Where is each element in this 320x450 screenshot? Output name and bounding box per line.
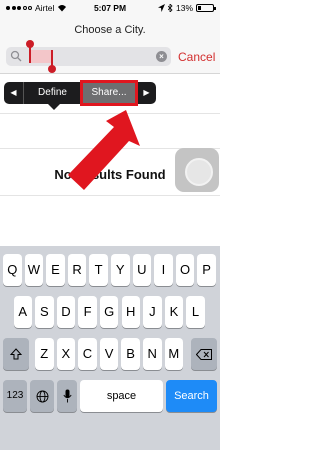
define-button[interactable]: Define bbox=[24, 82, 82, 104]
key-q[interactable]: Q bbox=[3, 254, 22, 286]
list-divider bbox=[0, 113, 220, 114]
menu-prev-icon[interactable]: ◀ bbox=[4, 82, 24, 104]
key-b[interactable]: B bbox=[121, 338, 140, 370]
microphone-key-icon[interactable] bbox=[57, 380, 77, 412]
key-p[interactable]: P bbox=[197, 254, 216, 286]
key-s[interactable]: S bbox=[35, 296, 54, 328]
status-right: 13% bbox=[157, 3, 216, 13]
key-w[interactable]: W bbox=[24, 254, 44, 286]
cancel-button[interactable]: Cancel bbox=[178, 50, 215, 64]
key-d[interactable]: D bbox=[56, 296, 76, 328]
search-key[interactable]: Search bbox=[166, 380, 217, 412]
key-n[interactable]: N bbox=[143, 338, 162, 370]
keyboard: Q W E R T Y U I O P A S D F G H J K L Z X C V B N M 123 space Search bbox=[0, 246, 220, 450]
share-highlight-box bbox=[80, 80, 138, 106]
key-a[interactable]: A bbox=[13, 296, 32, 328]
clear-icon[interactable]: × bbox=[156, 51, 167, 62]
bluetooth-icon bbox=[167, 4, 173, 12]
key-z[interactable]: Z bbox=[35, 338, 54, 370]
key-x[interactable]: X bbox=[56, 338, 76, 370]
key-r[interactable]: R bbox=[67, 254, 87, 286]
key-m[interactable]: M bbox=[164, 338, 184, 370]
key-g[interactable]: G bbox=[99, 296, 119, 328]
page-title: Choose a City. bbox=[74, 24, 146, 36]
battery-icon bbox=[196, 4, 216, 12]
numbers-key[interactable]: 123 bbox=[3, 380, 27, 412]
shift-key-icon[interactable] bbox=[3, 338, 29, 370]
key-l[interactable]: L bbox=[186, 296, 205, 328]
key-k[interactable]: K bbox=[164, 296, 184, 328]
key-o[interactable]: O bbox=[175, 254, 195, 286]
status-bar: Airtel 5:07 PM 13% bbox=[0, 0, 220, 16]
key-j[interactable]: J bbox=[143, 296, 162, 328]
delete-key-icon[interactable] bbox=[191, 338, 217, 370]
key-f[interactable]: F bbox=[78, 296, 97, 328]
assistive-touch-button[interactable] bbox=[175, 148, 219, 192]
key-v[interactable]: V bbox=[99, 338, 119, 370]
location-icon bbox=[157, 4, 165, 12]
text-selection bbox=[30, 50, 52, 63]
search-input[interactable]: × bbox=[6, 40, 171, 73]
selection-end-handle[interactable] bbox=[48, 50, 56, 73]
key-h[interactable]: H bbox=[121, 296, 140, 328]
search-icon bbox=[10, 50, 22, 62]
key-y[interactable]: Y bbox=[111, 254, 130, 286]
search-header: Choose a City. × Cancel bbox=[0, 16, 220, 74]
key-e[interactable]: E bbox=[46, 254, 65, 286]
menu-next-icon[interactable]: ▶ bbox=[136, 82, 156, 104]
battery-percent: 13% bbox=[175, 3, 193, 13]
globe-key-icon[interactable] bbox=[30, 380, 54, 412]
key-c[interactable]: C bbox=[78, 338, 97, 370]
space-key[interactable]: space bbox=[80, 380, 163, 412]
list-divider bbox=[0, 195, 220, 196]
key-i[interactable]: I bbox=[154, 254, 173, 286]
key-t[interactable]: T bbox=[89, 254, 108, 286]
selection-start-handle[interactable] bbox=[26, 40, 34, 63]
key-u[interactable]: U bbox=[132, 254, 152, 286]
